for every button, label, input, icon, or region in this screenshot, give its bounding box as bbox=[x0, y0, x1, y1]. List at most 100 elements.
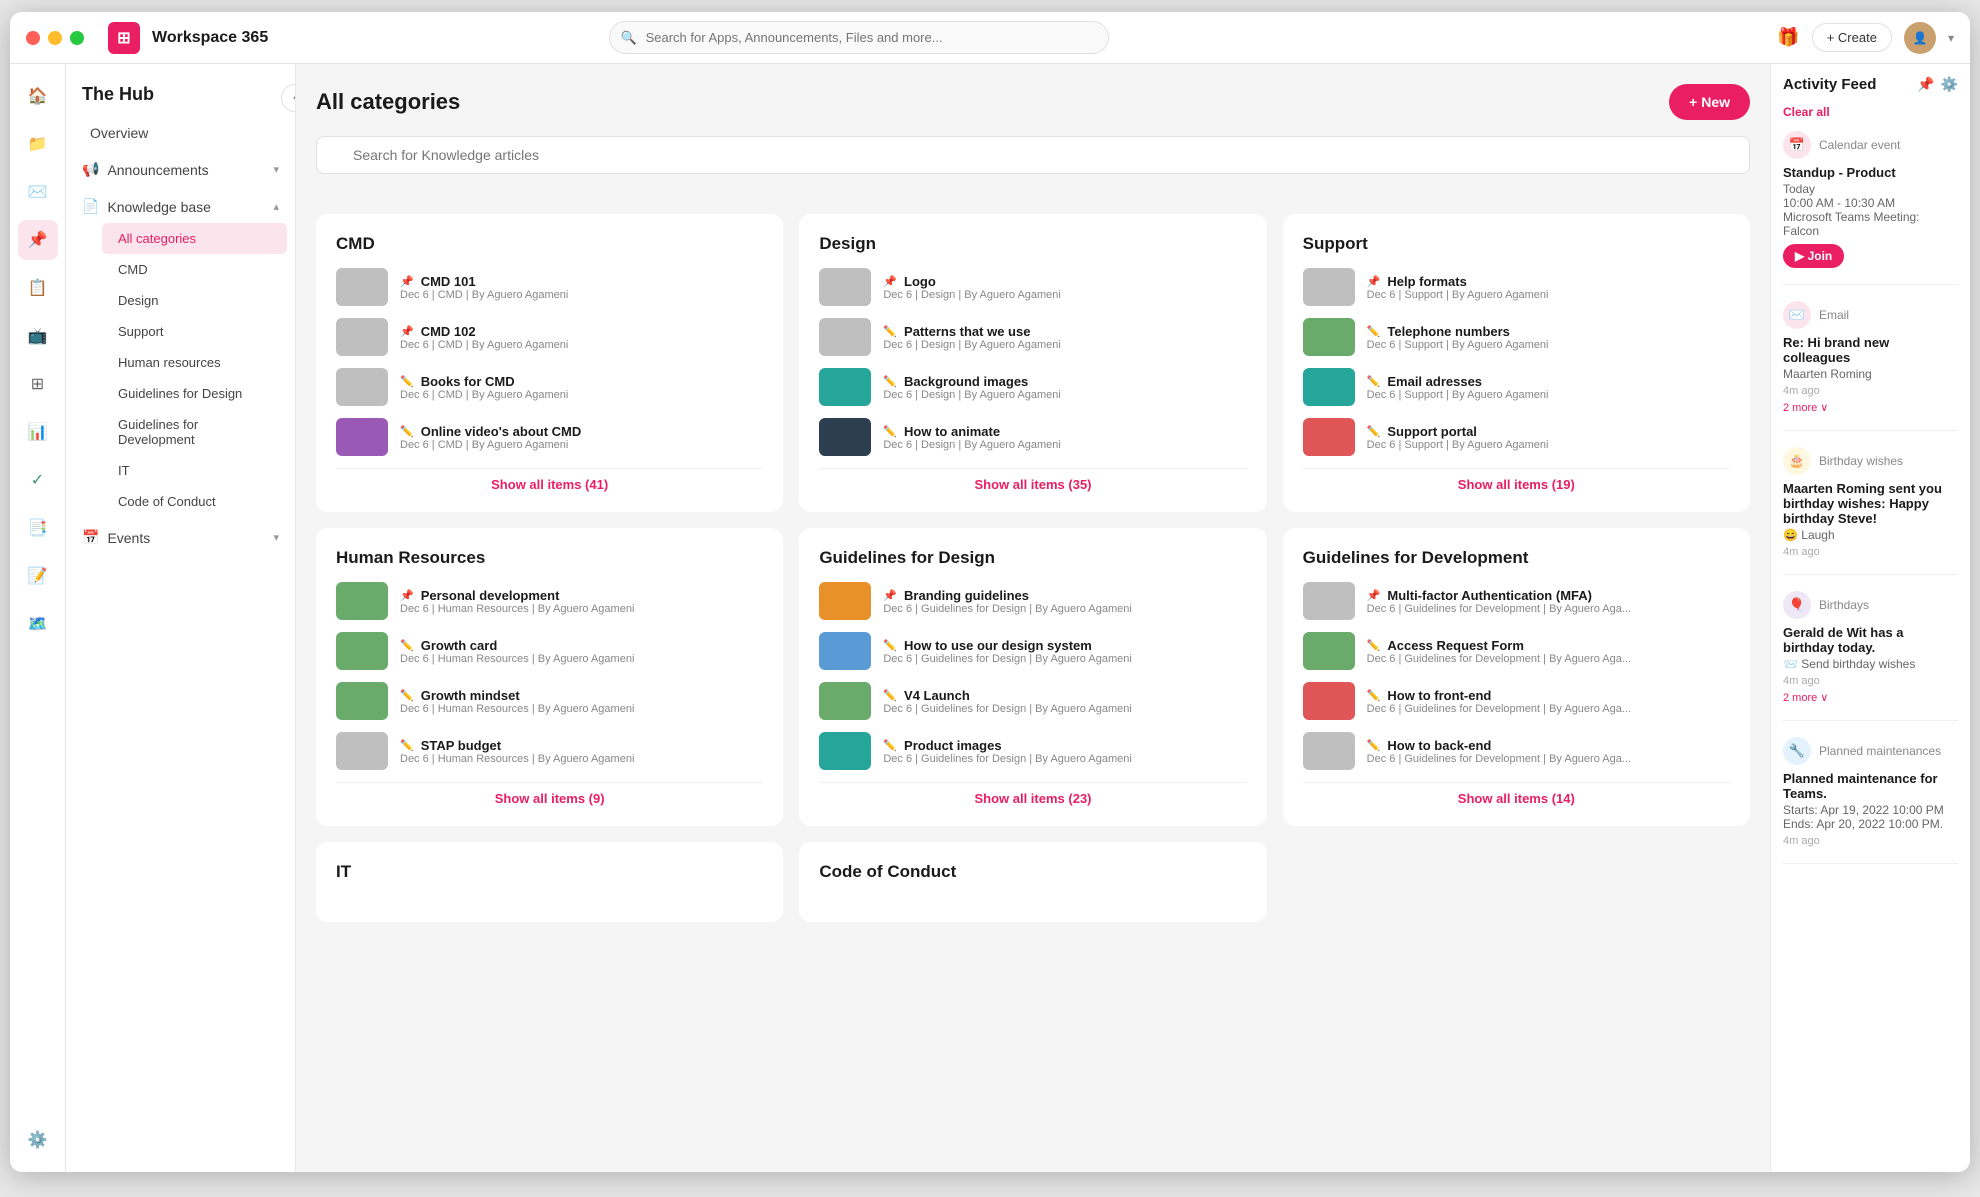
chevron-down-icon: ▾ bbox=[1948, 31, 1954, 45]
activity-feed: Activity Feed 📌 ⚙️ Clear all 📅 Calendar … bbox=[1770, 64, 1970, 1172]
nav-tv-icon[interactable]: 📺 bbox=[18, 316, 58, 356]
article-search-input[interactable] bbox=[316, 136, 1750, 174]
article-item[interactable]: 📌CMD 102 Dec 6 | CMD | By Aguero Agameni bbox=[336, 318, 763, 356]
sidebar-knowledge-header[interactable]: 📄 Knowledge base ▴ bbox=[66, 190, 295, 223]
maximize-button[interactable] bbox=[70, 31, 84, 45]
sidebar-item-guidelines-design[interactable]: Guidelines for Design bbox=[102, 378, 287, 409]
join-button[interactable]: ▶ Join bbox=[1783, 244, 1844, 268]
article-item[interactable]: 📌Personal development Dec 6 | Human Reso… bbox=[336, 582, 763, 620]
article-item[interactable]: 📌Multi-factor Authentication (MFA) Dec 6… bbox=[1303, 582, 1730, 620]
article-meta: Dec 6 | Design | By Aguero Agameni bbox=[883, 439, 1246, 451]
article-item[interactable]: ✏️How to back-end Dec 6 | Guidelines for… bbox=[1303, 732, 1730, 770]
human-resources-label: Human resources bbox=[118, 355, 221, 370]
article-item[interactable]: 📌Help formats Dec 6 | Support | By Aguer… bbox=[1303, 268, 1730, 306]
show-all-link[interactable]: Show all items (41) bbox=[336, 468, 763, 492]
category-card-support: Support 📌Help formats Dec 6 | Support | … bbox=[1283, 214, 1750, 512]
create-button[interactable]: + Create bbox=[1812, 23, 1892, 52]
category-title: Code of Conduct bbox=[819, 862, 1246, 882]
nav-bookmark-icon[interactable]: 📌 bbox=[18, 220, 58, 260]
minimize-button[interactable] bbox=[48, 31, 62, 45]
titlebar-right: 🎁 + Create 👤 ▾ bbox=[1777, 22, 1954, 54]
article-item[interactable]: ✏️Telephone numbers Dec 6 | Support | By… bbox=[1303, 318, 1730, 356]
article-item[interactable]: ✏️Books for CMD Dec 6 | CMD | By Aguero … bbox=[336, 368, 763, 406]
article-item[interactable]: 📌CMD 101 Dec 6 | CMD | By Aguero Agameni bbox=[336, 268, 763, 306]
sidebar-item-all-categories[interactable]: All categories bbox=[102, 223, 287, 254]
feed-sub1: Starts: Apr 19, 2022 10:00 PM bbox=[1783, 803, 1958, 817]
feed-content-title: Gerald de Wit has a birthday today. bbox=[1783, 625, 1958, 655]
sidebar-item-guidelines-dev[interactable]: Guidelines for Development bbox=[102, 409, 287, 455]
article-item[interactable]: ✏️Product images Dec 6 | Guidelines for … bbox=[819, 732, 1246, 770]
nav-word-icon[interactable]: 📝 bbox=[18, 556, 58, 596]
article-item[interactable]: ✏️How to front-end Dec 6 | Guidelines fo… bbox=[1303, 682, 1730, 720]
article-item[interactable]: 📌Branding guidelines Dec 6 | Guidelines … bbox=[819, 582, 1246, 620]
article-title: ✏️Telephone numbers bbox=[1367, 324, 1730, 339]
article-title: ✏️Product images bbox=[883, 738, 1246, 753]
article-info: ✏️Access Request Form Dec 6 | Guidelines… bbox=[1367, 638, 1730, 665]
article-item[interactable]: ✏️Access Request Form Dec 6 | Guidelines… bbox=[1303, 632, 1730, 670]
show-all-link[interactable]: Show all items (23) bbox=[819, 782, 1246, 806]
article-item[interactable]: ✏️Support portal Dec 6 | Support | By Ag… bbox=[1303, 418, 1730, 456]
article-meta: Dec 6 | Guidelines for Design | By Aguer… bbox=[883, 753, 1246, 765]
article-item[interactable]: ✏️Patterns that we use Dec 6 | Design | … bbox=[819, 318, 1246, 356]
avatar[interactable]: 👤 bbox=[1904, 22, 1936, 54]
show-all-link[interactable]: Show all items (14) bbox=[1303, 782, 1730, 806]
article-thumb bbox=[1303, 368, 1355, 406]
nav-folder-icon[interactable]: 📁 bbox=[18, 124, 58, 164]
article-meta: Dec 6 | Guidelines for Development | By … bbox=[1367, 653, 1730, 665]
article-item[interactable]: ✏️V4 Launch Dec 6 | Guidelines for Desig… bbox=[819, 682, 1246, 720]
feed-settings-icon[interactable]: ⚙️ bbox=[1941, 76, 1958, 93]
article-item[interactable]: ✏️Background images Dec 6 | Design | By … bbox=[819, 368, 1246, 406]
sidebar-item-overview[interactable]: Overview bbox=[74, 117, 287, 149]
nav-map-icon[interactable]: 🗺️ bbox=[18, 604, 58, 644]
article-thumb bbox=[336, 632, 388, 670]
article-info: ✏️Growth card Dec 6 | Human Resources | … bbox=[400, 638, 763, 665]
feed-more-link[interactable]: 2 more ∨ bbox=[1783, 691, 1958, 704]
feed-sub2: Ends: Apr 20, 2022 10:00 PM. bbox=[1783, 817, 1958, 831]
sidebar: ‹ The Hub Overview 📢 Announcements ▾ 📄 K… bbox=[66, 64, 296, 1172]
feed-pin-icon[interactable]: 📌 bbox=[1917, 76, 1934, 93]
sidebar-item-design[interactable]: Design bbox=[102, 285, 287, 316]
nav-list-icon[interactable]: 📋 bbox=[18, 268, 58, 308]
new-button[interactable]: + New bbox=[1669, 84, 1750, 120]
nav-mail-icon[interactable]: ✉️ bbox=[18, 172, 58, 212]
article-meta: Dec 6 | Support | By Aguero Agameni bbox=[1367, 389, 1730, 401]
close-button[interactable] bbox=[26, 31, 40, 45]
article-item[interactable]: ✏️Growth card Dec 6 | Human Resources | … bbox=[336, 632, 763, 670]
article-meta: Dec 6 | Guidelines for Development | By … bbox=[1367, 603, 1730, 615]
sidebar-announcements-header[interactable]: 📢 Announcements ▾ bbox=[66, 153, 295, 186]
announcements-icon: 📢 bbox=[82, 161, 99, 178]
article-meta: Dec 6 | Design | By Aguero Agameni bbox=[883, 289, 1246, 301]
announcements-label: Announcements bbox=[107, 162, 208, 178]
sidebar-group-events: 📅 Events ▾ bbox=[66, 521, 295, 554]
content-area: All categories + New 🔍 CMD 📌CMD 101 Dec … bbox=[296, 64, 1770, 1172]
global-search-input[interactable] bbox=[609, 21, 1109, 54]
sidebar-item-cmd[interactable]: CMD bbox=[102, 254, 287, 285]
article-item[interactable]: ✏️Online video's about CMD Dec 6 | CMD |… bbox=[336, 418, 763, 456]
article-item[interactable]: 📌Logo Dec 6 | Design | By Aguero Agameni bbox=[819, 268, 1246, 306]
article-title: ✏️Books for CMD bbox=[400, 374, 763, 389]
show-all-link[interactable]: Show all items (35) bbox=[819, 468, 1246, 492]
article-item[interactable]: ✏️Email adresses Dec 6 | Support | By Ag… bbox=[1303, 368, 1730, 406]
sidebar-item-code-of-conduct[interactable]: Code of Conduct bbox=[102, 486, 287, 517]
article-item[interactable]: ✏️Growth mindset Dec 6 | Human Resources… bbox=[336, 682, 763, 720]
article-item[interactable]: ✏️How to use our design system Dec 6 | G… bbox=[819, 632, 1246, 670]
show-all-link[interactable]: Show all items (19) bbox=[1303, 468, 1730, 492]
nav-settings-icon[interactable]: ⚙️ bbox=[18, 1120, 58, 1160]
article-info: ✏️How to back-end Dec 6 | Guidelines for… bbox=[1367, 738, 1730, 765]
nav-home-icon[interactable]: 🏠 bbox=[18, 76, 58, 116]
article-item[interactable]: ✏️STAP budget Dec 6 | Human Resources | … bbox=[336, 732, 763, 770]
nav-check-icon[interactable]: ✓ bbox=[18, 460, 58, 500]
sidebar-item-it[interactable]: IT bbox=[102, 455, 287, 486]
sidebar-item-human-resources[interactable]: Human resources bbox=[102, 347, 287, 378]
article-item[interactable]: ✏️How to animate Dec 6 | Design | By Agu… bbox=[819, 418, 1246, 456]
clear-all-button[interactable]: Clear all bbox=[1783, 105, 1958, 119]
sidebar-events-header[interactable]: 📅 Events ▾ bbox=[66, 521, 295, 554]
show-all-link[interactable]: Show all items (9) bbox=[336, 782, 763, 806]
feed-more-link[interactable]: 2 more ∨ bbox=[1783, 401, 1958, 414]
feed-container: Clear all 📅 Calendar event Standup - Pro… bbox=[1783, 105, 1958, 864]
nav-powerpoint-icon[interactable]: 📑 bbox=[18, 508, 58, 548]
nav-excel-icon[interactable]: 📊 bbox=[18, 412, 58, 452]
sidebar-item-support[interactable]: Support bbox=[102, 316, 287, 347]
gift-button[interactable]: 🎁 bbox=[1777, 27, 1799, 48]
nav-grid-icon[interactable]: ⊞ bbox=[18, 364, 58, 404]
